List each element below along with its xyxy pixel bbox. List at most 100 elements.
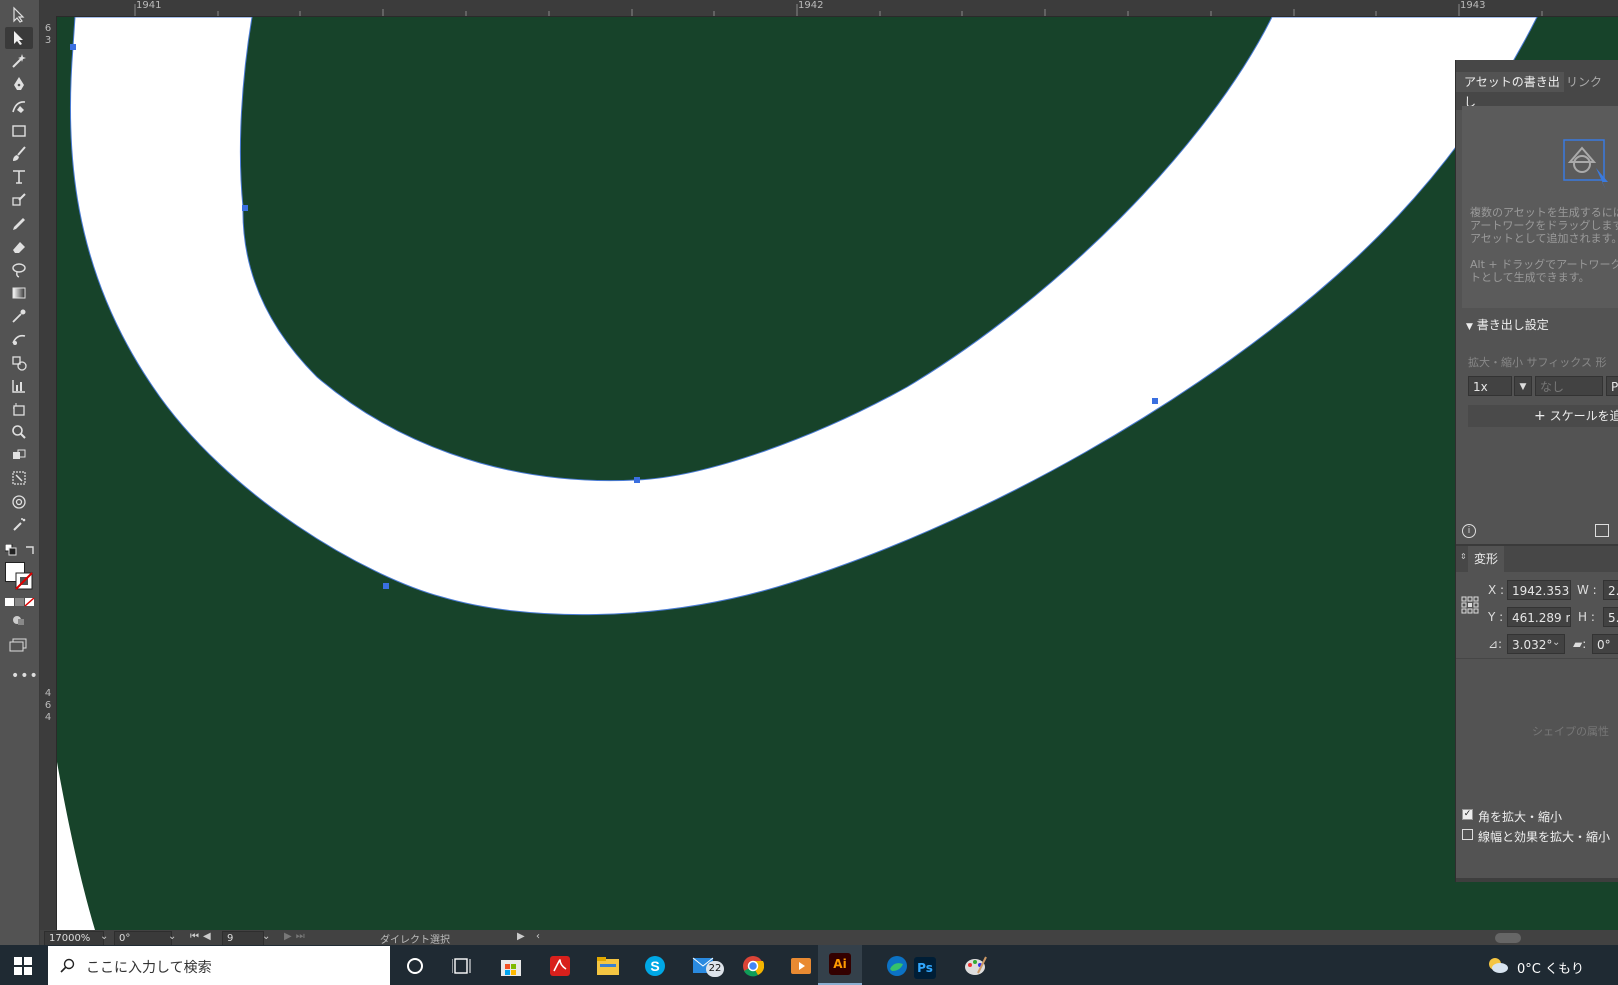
first-prev-artboard-icon[interactable]: ⏮◀: [190, 931, 215, 942]
y-label: Y :: [1488, 610, 1504, 624]
horizontal-scrollbar-thumb[interactable]: [1495, 933, 1521, 943]
edge-icon[interactable]: [880, 949, 914, 983]
export-column-headers: 拡大・縮小 サフィックス 形: [1468, 356, 1607, 369]
h-input[interactable]: 5.: [1603, 607, 1618, 627]
rotation-field[interactable]: 0°: [114, 931, 172, 946]
shear-icon: ▰:: [1573, 637, 1587, 651]
ruler-ticks: [134, 4, 1543, 16]
acrobat-icon[interactable]: [543, 949, 577, 983]
panel-resize-handle[interactable]: [1456, 878, 1618, 882]
next-last-artboard-icon[interactable]: ▶⏭: [284, 931, 309, 942]
media-player-icon[interactable]: [784, 949, 818, 983]
search-placeholder: ここに入力して検索: [86, 960, 212, 976]
blend-tool-icon[interactable]: [5, 328, 33, 350]
y-input[interactable]: 461.289 m: [1507, 607, 1571, 627]
shape-builder-tool-icon[interactable]: [5, 352, 33, 374]
scale-dropdown-icon[interactable]: ▼: [1514, 376, 1532, 396]
w-input[interactable]: 2.: [1603, 580, 1618, 600]
windows-start-icon[interactable]: [14, 957, 32, 978]
scale-corners-checkbox[interactable]: ✓: [1462, 809, 1473, 820]
alt-hint-line-2: トとして生成できます。: [1470, 271, 1590, 284]
collapse-triangle-icon: ▼: [1466, 322, 1473, 332]
lasso-tool-icon[interactable]: [5, 259, 33, 281]
width-tool-icon[interactable]: [5, 491, 33, 513]
type-tool-icon[interactable]: [5, 166, 33, 188]
weather-cloud-icon[interactable]: [1487, 956, 1509, 977]
pencil-tool-icon[interactable]: [5, 213, 33, 235]
export-settings-header[interactable]: ▼ 書き出し設定: [1466, 316, 1549, 333]
default-colors-icon[interactable]: [4, 543, 17, 559]
suffix-input[interactable]: なし: [1535, 376, 1603, 396]
free-transform-tool-icon[interactable]: [5, 467, 33, 489]
paintbrush-tool-icon[interactable]: [5, 143, 33, 165]
shaper-tool-icon[interactable]: [5, 189, 33, 211]
color-mode-icons[interactable]: [5, 596, 35, 610]
collapse-arrows-icon[interactable]: ⇕: [1460, 552, 1467, 561]
screen-mode-icon[interactable]: [9, 638, 27, 655]
eyedropper-tool-icon[interactable]: [5, 305, 33, 327]
eraser-tool-icon[interactable]: [5, 236, 33, 258]
tab-transform[interactable]: 変形: [1468, 546, 1505, 572]
gradient-tool-icon[interactable]: [5, 282, 33, 304]
paint-icon[interactable]: [959, 949, 993, 983]
photoshop-icon[interactable]: Ps: [914, 957, 936, 979]
tools-panel: •••: [0, 0, 40, 945]
info-icon[interactable]: i: [1462, 524, 1476, 538]
task-view-icon[interactable]: [445, 949, 479, 983]
add-scale-button[interactable]: + スケールを追: [1468, 405, 1618, 427]
selection-tool-icon[interactable]: [5, 4, 33, 26]
microsoft-store-icon[interactable]: [494, 949, 528, 983]
status-menu-arrow-icon[interactable]: ▶: [517, 931, 525, 942]
selected-white-arc-path[interactable]: [69, 16, 1538, 616]
draw-mode-icon[interactable]: [11, 614, 25, 629]
swap-colors-icon[interactable]: [24, 544, 36, 559]
rotate-tool-icon[interactable]: [5, 444, 33, 466]
h-label: H :: [1578, 610, 1595, 624]
ruler-digit: 4: [44, 712, 52, 723]
format-select[interactable]: P: [1606, 376, 1618, 396]
scroll-left-icon[interactable]: ‹: [536, 931, 540, 942]
vertical-ruler: 6 3 4 6 4: [40, 16, 57, 930]
magic-wand-tool-icon[interactable]: [5, 50, 33, 72]
lower-left-white-shape[interactable]: [57, 762, 95, 930]
artboard-tool-icon[interactable]: [5, 398, 33, 420]
rotation-dropdown-icon[interactable]: ⌄: [168, 931, 176, 942]
pen-tool-icon[interactable]: [5, 73, 33, 95]
direct-selection-tool-icon[interactable]: [5, 27, 33, 49]
graph-tool-icon[interactable]: [5, 375, 33, 397]
zoom-tool-icon[interactable]: [5, 421, 33, 443]
tab-asset-export[interactable]: アセットの書き出し: [1456, 72, 1564, 109]
shear-input[interactable]: 0°: [1592, 634, 1618, 654]
scale-select[interactable]: 1x: [1468, 376, 1512, 396]
skype-icon[interactable]: S: [638, 949, 672, 983]
artboard-canvas[interactable]: [57, 16, 1618, 930]
curvature-tool-icon[interactable]: [5, 96, 33, 118]
file-explorer-icon[interactable]: [591, 949, 625, 983]
cortana-icon[interactable]: [398, 949, 432, 983]
rectangle-tool-icon[interactable]: [5, 120, 33, 142]
scale-strokes-checkbox[interactable]: [1462, 829, 1473, 840]
asset-drop-area[interactable]: 複数のアセットを生成するには アートワークをドラッグします アセットとして追加さ…: [1462, 106, 1618, 308]
panel-menu-icon[interactable]: [1595, 524, 1609, 537]
drag-hint-line-3: アセットとして追加されます。: [1470, 232, 1618, 245]
add-scale-label: スケールを追: [1549, 409, 1618, 423]
illustrator-taskbar-button[interactable]: Ai: [818, 945, 862, 985]
artboard-number-field[interactable]: 9: [222, 931, 264, 946]
angle-dropdown-icon[interactable]: ⌄: [1552, 637, 1560, 648]
chrome-icon[interactable]: [736, 949, 770, 983]
more-tools-icon[interactable]: •••: [11, 668, 39, 684]
transform-divider: [1456, 658, 1618, 659]
x-input[interactable]: 1942.353: [1507, 580, 1571, 600]
symbol-sprayer-tool-icon[interactable]: [5, 514, 33, 536]
stroke-color-swatch[interactable]: [15, 572, 33, 593]
zoom-dropdown-icon[interactable]: ⌄: [100, 931, 108, 942]
artwork[interactable]: [57, 16, 1618, 930]
drag-hint-line-2: アートワークをドラッグします: [1470, 219, 1618, 232]
tab-links[interactable]: リンク: [1566, 72, 1602, 92]
svg-text:S: S: [650, 958, 659, 974]
artboard-dropdown-icon[interactable]: ⌄: [262, 931, 270, 942]
taskbar-search-box[interactable]: ここに入力して検索: [48, 946, 390, 985]
zoom-field[interactable]: 17000%: [44, 931, 104, 946]
status-bar: 17000% ⌄ 0° ⌄ ⏮◀ 9 ⌄ ▶⏭ ダイレクト選択 ▶ ‹: [40, 930, 1618, 946]
reference-point-icon[interactable]: [1461, 596, 1479, 617]
